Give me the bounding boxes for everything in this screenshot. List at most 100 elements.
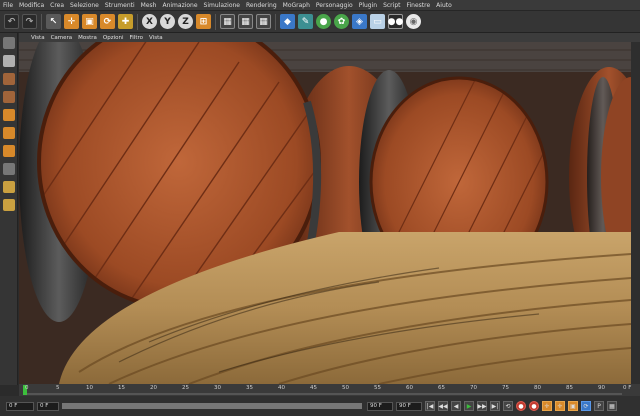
menu-strumenti[interactable]: Strumenti <box>105 2 135 9</box>
menu-selezione[interactable]: Selezione <box>70 2 99 9</box>
menu-plugin[interactable]: Plugin <box>359 2 377 9</box>
menu-rendering[interactable]: Rendering <box>246 2 277 9</box>
timeline-tick: 40 <box>278 385 285 391</box>
floor-icon[interactable]: ▭ <box>370 14 385 29</box>
prev-frame-button[interactable]: ◀ <box>451 401 461 411</box>
light-icon[interactable]: ◉ <box>406 14 421 29</box>
redo-icon[interactable]: ↷ <box>22 14 37 29</box>
camera-icon[interactable]: ●● <box>388 14 403 29</box>
frame-range-fill <box>62 403 362 409</box>
coordinate-system-icon[interactable]: ⊞ <box>196 14 211 29</box>
timeline-tick: 30 <box>214 385 221 391</box>
timeline-tick: 15 <box>118 385 125 391</box>
array-icon[interactable]: ✿ <box>334 14 349 29</box>
viewport-menu-vista[interactable]: Vista <box>31 35 45 41</box>
timeline-tick: 45 <box>310 385 317 391</box>
viewport-menu-opzioni[interactable]: Opzioni <box>103 35 124 41</box>
keyframe-selection-icon[interactable]: ✛ <box>542 401 552 411</box>
toolbar-divider <box>137 13 138 30</box>
timeline-tick: 10 <box>86 385 93 391</box>
render-picture-viewer-icon[interactable]: ▦ <box>238 14 253 29</box>
timeline-tick: 0 <box>25 385 29 391</box>
timeline-ruler[interactable]: 0 5 10 15 20 25 30 35 40 45 50 55 60 65 … <box>19 384 640 396</box>
menu-mesh[interactable]: Mesh <box>141 2 157 9</box>
last-tool-icon[interactable]: ✚ <box>118 14 133 29</box>
cube-icon[interactable]: ◆ <box>280 14 295 29</box>
menu-modifica[interactable]: Modifica <box>19 2 44 9</box>
render-view-icon[interactable]: ▦ <box>220 14 235 29</box>
edges-mode-icon[interactable] <box>2 127 15 139</box>
toolbar-divider <box>215 13 216 30</box>
timeline-tick: 55 <box>374 385 381 391</box>
next-key-button[interactable]: ▶▶ <box>477 401 487 411</box>
tweak-mode-icon[interactable] <box>2 181 15 193</box>
live-selection-icon[interactable]: ↖ <box>46 14 61 29</box>
toolbar-divider <box>275 13 276 30</box>
viewport-menu-mostra[interactable]: Mostra <box>78 35 97 41</box>
goto-start-button[interactable]: |◀ <box>425 401 435 411</box>
viewport-menu-pannello[interactable]: Vista <box>149 35 163 41</box>
timeline-tick: 60 <box>406 385 413 391</box>
menu-mograph[interactable]: MoGraph <box>283 2 310 9</box>
render-settings-icon[interactable]: ▦ <box>256 14 271 29</box>
viewport-right-edge <box>631 42 640 384</box>
deformer-icon[interactable]: ◈ <box>352 14 367 29</box>
timeline-tick: 25 <box>182 385 189 391</box>
undo-icon[interactable]: ↶ <box>4 14 19 29</box>
rotate-icon[interactable]: ⟳ <box>100 14 115 29</box>
menu-finestre[interactable]: Finestre <box>406 2 430 9</box>
viewport-menu-bar: Vista Camera Mostra Opzioni Filtro Vista <box>19 33 640 42</box>
menu-crea[interactable]: Crea <box>50 2 64 9</box>
3d-viewport[interactable] <box>19 42 631 384</box>
timeline-ticks: 0 5 10 15 20 25 30 35 40 45 50 55 60 65 … <box>19 384 640 396</box>
viewport-render <box>19 42 631 384</box>
key-scale-icon[interactable]: ▣ <box>568 401 578 411</box>
viewport-menu-camera[interactable]: Camera <box>51 35 73 41</box>
min-frame-field[interactable]: 0 F <box>37 401 59 411</box>
menu-file[interactable]: File <box>3 2 13 9</box>
menu-personaggio[interactable]: Personaggio <box>316 2 353 9</box>
timeline-tick: 20 <box>150 385 157 391</box>
key-pla-icon[interactable]: ▦ <box>607 401 617 411</box>
autokey-icon[interactable]: ● <box>529 401 539 411</box>
toolbar-divider <box>41 13 42 30</box>
timeline-tick: 35 <box>246 385 253 391</box>
play-button[interactable]: ▶ <box>464 401 474 411</box>
prev-key-button[interactable]: ◀◀ <box>438 401 448 411</box>
main-toolbar: ↶ ↷ ↖ ✛ ▣ ⟳ ✚ X Y Z ⊞ ▦ ▦ ▦ ◆ ✎ ● ✿ ◈ ▭ … <box>0 11 640 33</box>
record-key-icon[interactable]: ● <box>516 401 526 411</box>
start-frame-field[interactable]: 0 F <box>6 401 34 411</box>
subdivision-icon[interactable]: ● <box>316 14 331 29</box>
menu-aiuto[interactable]: Aiuto <box>436 2 452 9</box>
key-position-icon[interactable]: ✛ <box>555 401 565 411</box>
end-frame-field[interactable]: 90 F <box>367 401 393 411</box>
timeline-tick: 65 <box>438 385 445 391</box>
key-param-icon[interactable]: P <box>594 401 604 411</box>
points-mode-icon[interactable] <box>2 109 15 121</box>
menu-animazione[interactable]: Animazione <box>162 2 197 9</box>
make-editable-icon[interactable] <box>2 37 15 49</box>
axis-mode-icon[interactable] <box>2 163 15 175</box>
frame-range-slider[interactable] <box>62 403 362 409</box>
menu-simulazione[interactable]: Simulazione <box>204 2 240 9</box>
menu-script[interactable]: Script <box>383 2 400 9</box>
spline-pen-icon[interactable]: ✎ <box>298 14 313 29</box>
max-frame-field[interactable]: 90 F <box>396 401 422 411</box>
timeline-tick: 80 <box>534 385 541 391</box>
goto-end-button[interactable]: ▶| <box>490 401 500 411</box>
scale-icon[interactable]: ▣ <box>82 14 97 29</box>
snap-icon[interactable] <box>2 199 15 211</box>
workplane-icon[interactable] <box>2 91 15 103</box>
model-mode-icon[interactable] <box>2 55 15 67</box>
timeline-tick: 85 <box>566 385 573 391</box>
y-axis-icon[interactable]: Y <box>160 14 175 29</box>
x-axis-icon[interactable]: X <box>142 14 157 29</box>
z-axis-icon[interactable]: Z <box>178 14 193 29</box>
timeline-tick: 75 <box>502 385 509 391</box>
viewport-menu-filtro[interactable]: Filtro <box>130 35 143 41</box>
texture-mode-icon[interactable] <box>2 73 15 85</box>
move-icon[interactable]: ✛ <box>64 14 79 29</box>
key-rotation-icon[interactable]: ⟳ <box>581 401 591 411</box>
polygons-mode-icon[interactable] <box>2 145 15 157</box>
loop-button[interactable]: ⟲ <box>503 401 513 411</box>
